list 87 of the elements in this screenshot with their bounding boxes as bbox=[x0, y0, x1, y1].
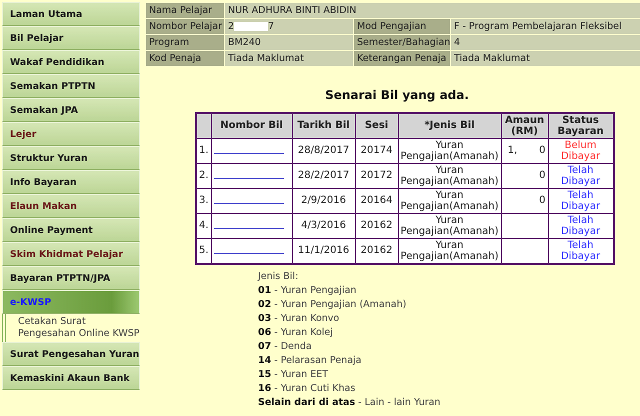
sidebar-label: Kemaskini Akaun Bank bbox=[10, 373, 130, 384]
sidebar-item[interactable]: Laman Utama bbox=[2, 2, 140, 26]
sidebar-item[interactable]: Bil Pelajar bbox=[2, 26, 140, 50]
sidebar-label: Surat Pengesahan Yuran bbox=[10, 349, 139, 360]
status-cell: Telah Dibayar bbox=[548, 214, 614, 238]
column-header: Tarikh Bil bbox=[292, 113, 356, 138]
field-label: Keterangan Penaja bbox=[354, 51, 450, 66]
legend-title: Jenis Bil: bbox=[258, 270, 300, 284]
section-heading: Senarai Bil yang ada. bbox=[324, 88, 470, 102]
field-value: NUR ADHURA BINTI ABIDIN bbox=[225, 3, 640, 18]
sidebar-item[interactable]: Kemaskini Akaun Bank bbox=[2, 366, 140, 390]
column-header: Status Bayaran bbox=[548, 113, 614, 138]
legend-item: 06 - Yuran Kolej bbox=[258, 326, 334, 340]
legend-item: 02 - Yuran Pengajian (Amanah) bbox=[258, 298, 408, 312]
sidebar-item[interactable]: Struktur Yuran bbox=[2, 146, 140, 170]
column-header: Sesi bbox=[355, 113, 398, 138]
column-header: Nombor Bil bbox=[211, 113, 292, 138]
legend-item: 15 - Yuran EET bbox=[258, 368, 330, 382]
sidebar-item[interactable]: Semakan JPA bbox=[2, 98, 140, 122]
sidebar-item[interactable]: Online Payment bbox=[2, 218, 140, 242]
status-cell: Telah Dibayar bbox=[548, 188, 614, 214]
field-label: Program bbox=[146, 35, 224, 50]
field-label: Mod Pengajian bbox=[354, 19, 450, 34]
field-label: Nama Pelajar bbox=[146, 3, 224, 18]
status-cell: Belum Dibayar bbox=[548, 138, 614, 164]
column-header: Amaun (RM) bbox=[501, 113, 548, 138]
amount-fragment: 0 bbox=[539, 195, 546, 206]
sidebar-label: Struktur Yuran bbox=[10, 153, 88, 164]
field-value: Tiada Maklumat bbox=[225, 51, 353, 66]
field-value: Tiada Maklumat bbox=[451, 51, 640, 66]
row-number: 1. bbox=[196, 138, 212, 164]
sidebar-label: Semakan PTPTN bbox=[10, 81, 96, 92]
table-cell: Yuran Pengajian(Amanah) bbox=[398, 188, 502, 214]
field-value: F - Program Pembelajaran Fleksibel bbox=[451, 19, 640, 34]
row-number: 2. bbox=[196, 164, 212, 188]
table-cell: 28/2/2017 bbox=[292, 164, 356, 188]
sidebar-label: Bayaran PTPTN/JPA bbox=[10, 273, 110, 284]
sidebar-label: Online Payment bbox=[10, 225, 93, 236]
table-cell: Yuran Pengajian(Amanah) bbox=[398, 164, 502, 188]
table-cell: 4/3/2016 bbox=[292, 214, 356, 238]
table-cell: 2/9/2016 bbox=[292, 188, 356, 214]
legend-item: 16 - Yuran Cuti Khas bbox=[258, 382, 356, 396]
field-label: Semester/Bahagian bbox=[354, 35, 450, 50]
sidebar-item[interactable]: Skim Khidmat Pelajar bbox=[2, 242, 140, 266]
sidebar-label: Info Bayaran bbox=[10, 177, 77, 188]
legend-item: 01 - Yuran Pengajian bbox=[258, 284, 358, 298]
table-cell: 20174 bbox=[355, 138, 398, 164]
sidebar-item[interactable]: Info Bayaran bbox=[2, 170, 140, 194]
legend-item: 14 - Pelarasan Penaja bbox=[258, 354, 362, 368]
sidebar-label: Laman Utama bbox=[10, 9, 82, 20]
field-value: 4 bbox=[451, 35, 640, 50]
sidebar-label: Skim Khidmat Pelajar bbox=[10, 249, 123, 260]
field-value: 7 bbox=[268, 21, 274, 32]
sidebar-label: Lejer bbox=[10, 129, 36, 140]
amount-fragment: 0 bbox=[539, 145, 546, 156]
table-cell: Yuran Pengajian(Amanah) bbox=[398, 214, 502, 238]
column-header: *Jenis Bil bbox=[398, 113, 502, 138]
sidebar-item[interactable]: Semakan PTPTN bbox=[2, 74, 140, 98]
submenu-item[interactable]: Cetakan Surat Pengesahan Online KWSP bbox=[2, 314, 140, 342]
table-cell: 20162 bbox=[355, 214, 398, 238]
field-label: Nombor Pelajar bbox=[146, 19, 224, 34]
amount-fragment: 1, bbox=[508, 145, 518, 156]
legend-item: 07 - Denda bbox=[258, 340, 313, 354]
sidebar-label: Semakan JPA bbox=[10, 105, 78, 116]
table-cell: 20164 bbox=[355, 188, 398, 214]
table-cell: 28/8/2017 bbox=[292, 138, 356, 164]
field-label: Kod Penaja bbox=[146, 51, 224, 66]
row-number: 3. bbox=[196, 188, 212, 214]
sidebar-item[interactable]: Lejer bbox=[2, 122, 140, 146]
redacted-block bbox=[234, 22, 268, 31]
sidebar-item[interactable]: Surat Pengesahan Yuran bbox=[2, 342, 140, 366]
amount-fragment: 0 bbox=[539, 170, 546, 182]
row-number: 4. bbox=[196, 214, 212, 238]
status-cell: Telah Dibayar bbox=[548, 164, 614, 188]
field-value: 2 bbox=[228, 21, 234, 32]
field-value: BM240 bbox=[225, 35, 353, 50]
sidebar-label: Bil Pelajar bbox=[10, 33, 64, 44]
sidebar-label: e-KWSP bbox=[10, 297, 52, 308]
table-cell: Yuran Pengajian(Amanah) bbox=[398, 138, 502, 164]
sidebar-label: Wakaf Pendidikan bbox=[10, 57, 104, 68]
sidebar-label: Elaun Makan bbox=[10, 201, 77, 212]
sidebar-item[interactable]: Bayaran PTPTN/JPA bbox=[2, 266, 140, 290]
legend-item: Selain dari di atas - Lain - lain Yuran bbox=[258, 396, 442, 410]
table-cell: 20172 bbox=[355, 164, 398, 188]
legend-item: 03 - Yuran Konvo bbox=[258, 312, 340, 326]
sidebar-item[interactable]: Wakaf Pendidikan bbox=[2, 50, 140, 74]
sidebar-item[interactable]: Elaun Makan bbox=[2, 194, 140, 218]
